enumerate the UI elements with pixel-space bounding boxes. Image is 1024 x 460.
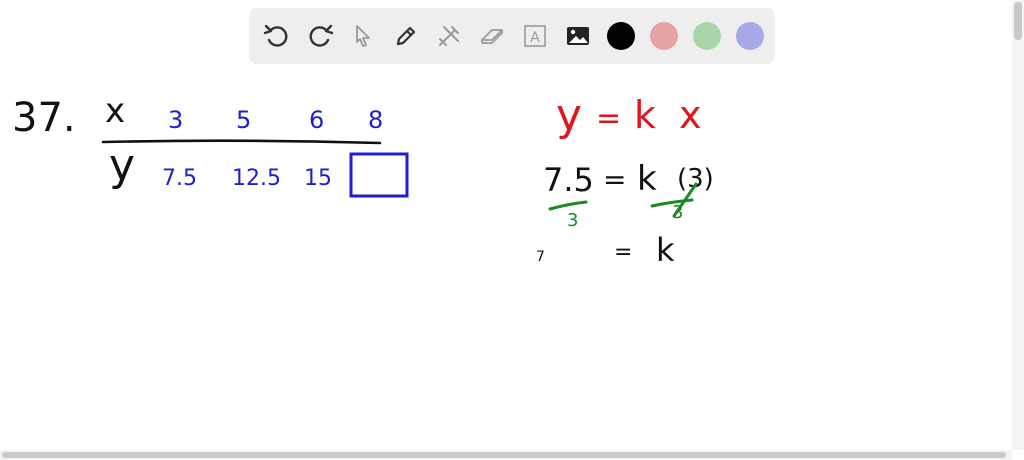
horizontal-scroll-thumb[interactable]: [2, 452, 1006, 458]
vertical-scroll-thumb[interactable]: [1014, 2, 1022, 40]
y-value: 12.5: [232, 166, 281, 191]
tools-icon: [439, 26, 459, 46]
equation-k: k: [634, 93, 657, 137]
color-swatch-green: [693, 22, 721, 50]
text-icon: A: [524, 25, 546, 47]
eraser-tool-button[interactable]: [474, 18, 510, 54]
pen-tool-button[interactable]: [388, 18, 424, 54]
image-icon: [567, 27, 589, 45]
color-blue-swatch[interactable]: [732, 18, 768, 54]
vertical-scrollbar[interactable]: [1012, 0, 1024, 450]
table-y-label: y: [109, 140, 136, 191]
text-tool-button[interactable]: A: [517, 18, 553, 54]
pointer-icon: [356, 25, 370, 47]
color-swatch-blue: [736, 22, 764, 50]
equation-y: y: [556, 90, 583, 141]
undo-button[interactable]: [259, 18, 295, 54]
redo-icon: [309, 24, 334, 47]
redo-button[interactable]: [302, 18, 338, 54]
color-swatch-black: [607, 22, 635, 50]
line3-k: k: [656, 231, 675, 269]
tools-button[interactable]: [431, 18, 467, 54]
table-lines: [101, 139, 409, 198]
unknown-answer-box: [349, 152, 409, 198]
color-swatch-red: [650, 22, 678, 50]
horizontal-scrollbar[interactable]: [0, 450, 1012, 460]
pen-icon: [396, 26, 416, 46]
divisor-left: 3: [567, 210, 579, 231]
select-tool-button[interactable]: [345, 18, 381, 54]
undo-icon: [263, 24, 288, 47]
whiteboard-canvas[interactable]: 37. x 3 5 6 8 y 7.5 12.5 15 y = k x 7.5 …: [0, 70, 1010, 450]
y-value: 7.5: [162, 166, 197, 191]
y-value: 15: [304, 166, 332, 191]
image-tool-button[interactable]: [560, 18, 596, 54]
svg-text:A: A: [530, 30, 540, 46]
partial-lhs: 7: [536, 249, 545, 265]
color-black-swatch[interactable]: [603, 18, 639, 54]
divisor-right: 3: [672, 202, 684, 223]
equation-x: x: [679, 93, 702, 137]
color-red-swatch[interactable]: [646, 18, 682, 54]
drawing-toolbar: A: [249, 8, 775, 64]
equation-equals: =: [596, 101, 622, 136]
eraser-icon: [481, 29, 503, 44]
color-green-swatch[interactable]: [689, 18, 725, 54]
line3-equals: =: [614, 240, 633, 265]
